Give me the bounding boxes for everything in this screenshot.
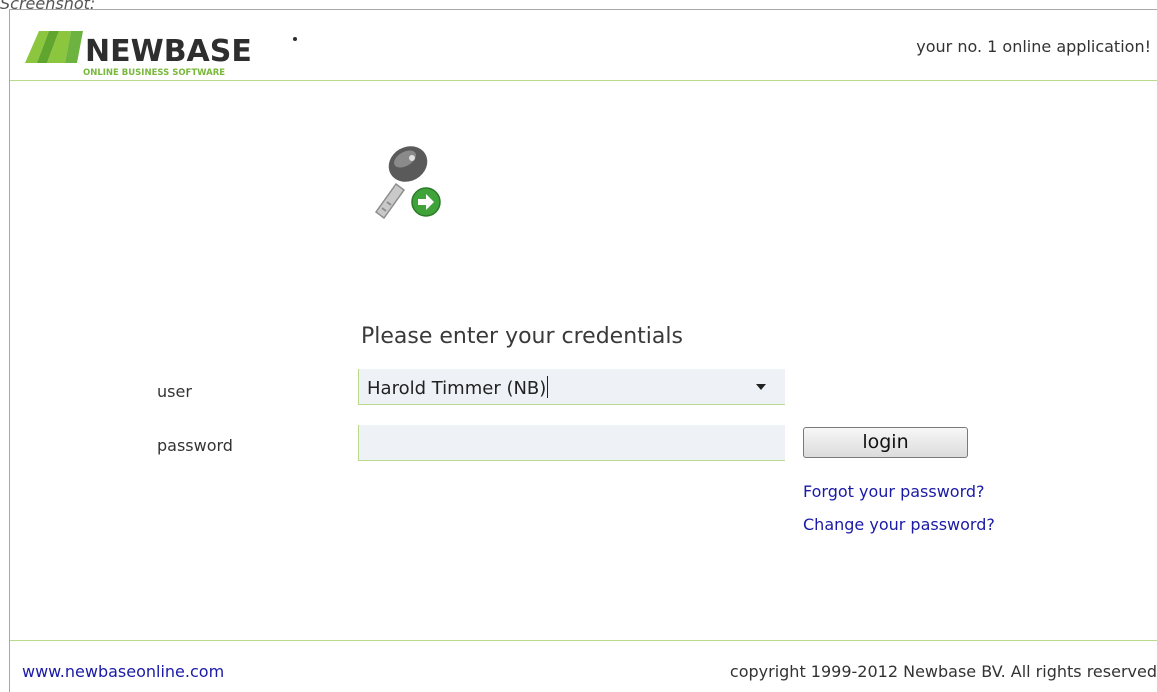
user-select[interactable]: Harold Timmer (NB) [358,369,785,405]
key-login-icon [374,146,441,220]
chevron-down-icon[interactable] [756,384,766,390]
newbase-logo: NEWBASE ONLINE BUSINESS SOFTWARE [25,31,297,78]
password-input[interactable] [358,425,785,461]
password-label: password [157,436,233,455]
user-label: user [157,382,192,401]
user-select-text: Harold Timmer (NB) [367,378,547,399]
forgot-password-link[interactable]: Forgot your password? [803,482,985,501]
text-caret [547,376,549,398]
logo-wordmark: NEWBASE [85,34,252,69]
copyright-text: copyright 1999-2012 Newbase BV. All righ… [729,662,1157,681]
user-select-value: Harold Timmer (NB) [367,376,549,399]
logo-subtext: ONLINE BUSINESS SOFTWARE [83,68,225,78]
footer-divider [10,640,1157,641]
login-button[interactable]: login [803,427,968,458]
website-link[interactable]: www.newbaseonline.com [22,662,224,681]
header-divider [10,80,1157,81]
form-title: Please enter your credentials [361,324,683,349]
header-tagline: your no. 1 online application! [916,37,1151,56]
app-frame [9,9,1157,692]
arrow-right-icon [411,187,441,217]
change-password-link[interactable]: Change your password? [803,515,995,534]
